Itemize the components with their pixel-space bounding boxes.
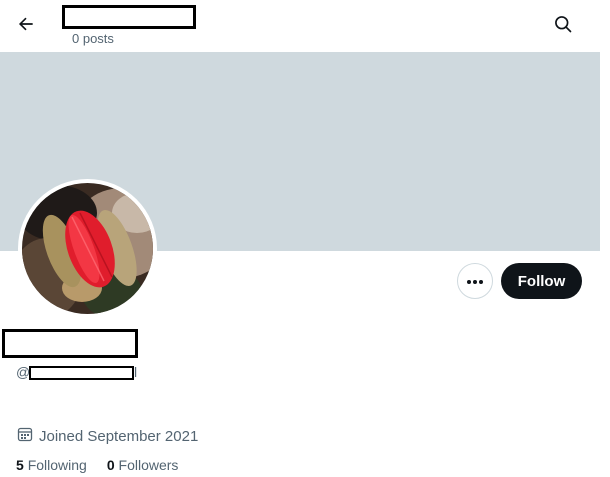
- follow-stats: 5 Following 0 Followers: [16, 457, 178, 473]
- calendar-icon: [17, 426, 33, 446]
- avatar-image: [22, 183, 153, 314]
- handle-suffix: l: [134, 364, 138, 380]
- redacted-profile-name: [2, 329, 138, 358]
- search-icon: [553, 14, 573, 39]
- join-date: Joined September 2021: [17, 426, 198, 446]
- followers-link[interactable]: 0 Followers: [107, 457, 179, 473]
- following-link[interactable]: 5 Following: [16, 457, 87, 473]
- followers-count: 0: [106, 457, 115, 473]
- avatar[interactable]: [18, 179, 157, 318]
- redacted-handle: [29, 366, 134, 380]
- more-options-button[interactable]: [457, 263, 493, 299]
- following-count: 5: [16, 457, 24, 473]
- top-bar: 0 posts: [0, 0, 600, 52]
- posts-count: 0 posts: [72, 31, 114, 46]
- page-edge: [600, 0, 610, 477]
- back-button[interactable]: [8, 8, 44, 44]
- more-dots-icon: [466, 272, 484, 290]
- following-label: Following: [27, 457, 87, 473]
- followers-label: Followers: [118, 457, 179, 473]
- follow-button[interactable]: Follow: [501, 263, 582, 299]
- search-button[interactable]: [545, 8, 581, 44]
- arrow-left-icon: [16, 14, 36, 39]
- redacted-display-name: [62, 5, 196, 29]
- join-date-text: Joined September 2021: [39, 427, 199, 445]
